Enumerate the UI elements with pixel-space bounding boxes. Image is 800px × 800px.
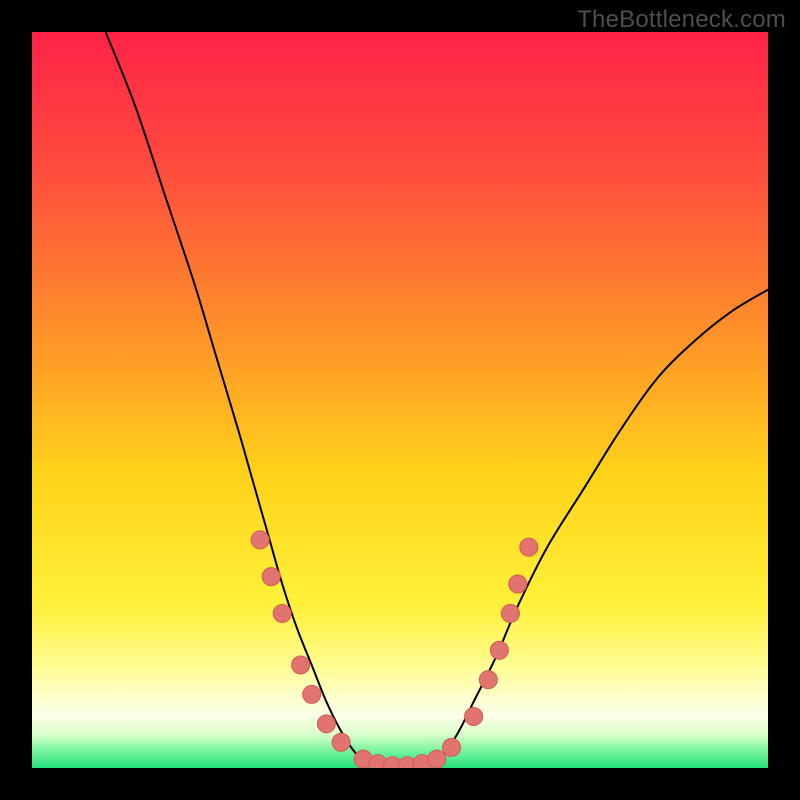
- data-marker: [479, 671, 497, 689]
- data-marker: [332, 733, 350, 751]
- chart-frame: TheBottleneck.com: [0, 0, 800, 800]
- plot-area: [32, 32, 768, 768]
- data-marker: [520, 538, 538, 556]
- watermark-text: TheBottleneck.com: [577, 6, 786, 34]
- gradient-background: [32, 32, 768, 768]
- data-marker: [428, 750, 446, 768]
- data-marker: [443, 738, 461, 756]
- data-marker: [501, 604, 519, 622]
- data-marker: [303, 685, 321, 703]
- data-marker: [465, 707, 483, 725]
- data-marker: [317, 715, 335, 733]
- data-marker: [490, 641, 508, 659]
- data-marker: [509, 575, 527, 593]
- data-marker: [273, 604, 291, 622]
- data-marker: [262, 568, 280, 586]
- data-marker: [251, 531, 269, 549]
- chart-svg: [32, 32, 768, 768]
- data-marker: [292, 656, 310, 674]
